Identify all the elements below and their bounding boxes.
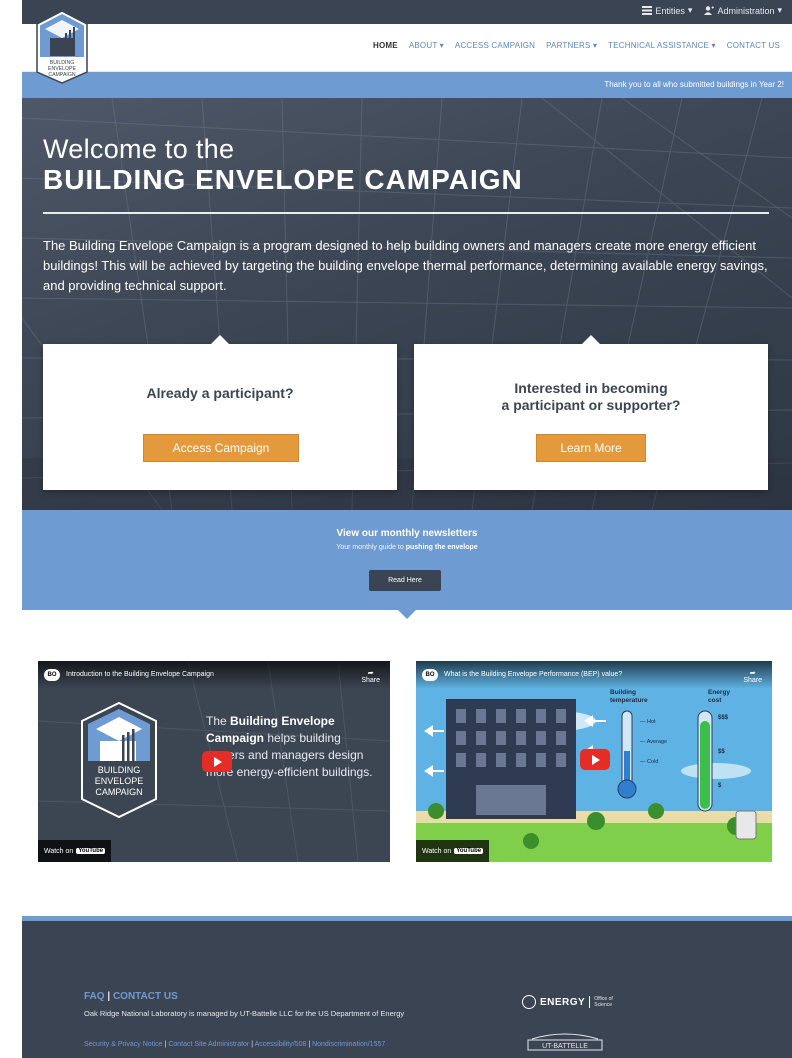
footer-managed-text: Oak Ridge National Laboratory is managed… [84, 1009, 405, 1018]
video-intro-campaign[interactable]: BUILDING ENVELOPE CAMPAIGN BO Introducti… [38, 661, 390, 862]
interested-heading-line2: a participant or supporter? [501, 397, 681, 413]
doe-seal-icon [522, 995, 536, 1009]
footer-separator: | [164, 1041, 167, 1048]
interested-card: Interested in becoming a participant or … [414, 335, 768, 490]
channel-avatar[interactable]: BO [422, 669, 438, 681]
building-envelope-logo[interactable]: BUILDING ENVELOPE CAMPAIGN [36, 10, 88, 84]
newsletter-band: View our monthly newsletters Your monthl… [22, 510, 792, 619]
video2-label-temp: Building temperature [610, 689, 648, 704]
participant-card: Already a participant? Access Campaign [43, 335, 397, 490]
nav-home[interactable]: HOME [373, 41, 398, 50]
ut-battelle-label: UT-BATTELLE [542, 1043, 588, 1050]
footer-faq-link[interactable]: FAQ [84, 991, 105, 1002]
nav-access-campaign[interactable]: ACCESS CAMPAIGN [455, 41, 535, 50]
read-here-button[interactable]: Read Here [369, 570, 441, 591]
interested-card-heading: Interested in becoming a participant or … [414, 380, 768, 414]
video1-watch-label: Watch on [44, 847, 74, 855]
newsletter-subtitle-bold: pushing the envelope [405, 544, 478, 551]
list-icon [642, 6, 653, 15]
video1-logo-line1: BUILDING [97, 765, 141, 775]
video2-play-button[interactable] [580, 749, 610, 770]
logo-text-line3: CAMPAIGN [48, 72, 76, 78]
hero-title-line1: Welcome to the [43, 134, 235, 164]
footer-separator: | [251, 1041, 254, 1048]
participant-card-heading: Already a participant? [146, 385, 294, 401]
doe-energy-label: ENERGY [540, 996, 586, 1008]
doe-office-label: Office of Science [589, 996, 619, 1008]
footer-link-contact-admin[interactable]: Contact Site Administrator [168, 1041, 249, 1048]
footer-separator: | [308, 1041, 311, 1048]
footer-contact-link[interactable]: CONTACT US [113, 991, 178, 1002]
video2-watch-label: Watch on [422, 847, 452, 855]
video2-label-cost: Energy cost [708, 689, 731, 704]
main-nav: HOME ABOUT ▾ ACCESS CAMPAIGN PARTNERS ▾ … [373, 41, 780, 50]
site-footer: FAQ | CONTACT US Oak Ridge National Labo… [22, 921, 792, 1058]
entities-label: Entities [655, 5, 685, 16]
administration-label: Administration [717, 5, 775, 16]
video2-label-dollar-low: $ [718, 783, 722, 789]
video2-label-average: — Average [640, 739, 668, 745]
site-header: BUILDING ENVELOPE CAMPAIGN HOME ABOUT ▾ … [22, 10, 792, 84]
video1-logo-line2: ENVELOPE [94, 776, 144, 786]
youtube-logo-icon: YouTube [76, 848, 106, 854]
youtube-logo-icon: YouTube [454, 848, 484, 854]
channel-avatar[interactable]: BO [44, 669, 60, 681]
video1-share-label: Share [361, 677, 380, 684]
video2-share-label: Share [743, 677, 762, 684]
video2-label-cold: — Cold [640, 759, 659, 765]
newsletter-title: View our monthly newsletters [336, 528, 478, 539]
user-add-icon [704, 6, 715, 15]
admin-bar: Entities ▾ Administration ▾ [22, 0, 792, 24]
caret-down-icon: ▾ [777, 5, 782, 15]
video1-title[interactable]: Introduction to the Building Envelope Ca… [66, 671, 214, 678]
page: Entities ▾ Administration ▾ BUILDING ENV… [22, 0, 792, 1058]
access-campaign-button[interactable]: Access Campaign [143, 434, 299, 462]
video2-label-dollars-mid: $$ [718, 749, 725, 755]
hero-title-line2: BUILDING ENVELOPE CAMPAIGN [43, 164, 523, 195]
hero-description: The Building Envelope Campaign is a prog… [43, 238, 768, 293]
interested-heading-line1: Interested in becoming [514, 380, 668, 396]
video1-caption: The Building Envelope Campaign helps bui… [206, 713, 376, 781]
footer-link-nondiscrimination[interactable]: Nondiscrimination/1557 [312, 1041, 385, 1048]
hero-section: Welcome to the BUILDING ENVELOPE CAMPAIG… [22, 98, 792, 510]
share-icon: ➦ [367, 670, 374, 677]
video1-caption-part1: The [206, 714, 231, 728]
footer-link-security[interactable]: Security & Privacy Notice [84, 1041, 163, 1048]
entities-menu[interactable]: Entities ▾ [642, 5, 692, 16]
video1-share-button[interactable]: ➦ Share [361, 669, 380, 684]
learn-more-button[interactable]: Learn More [536, 434, 646, 462]
footer-link-accessibility[interactable]: Accessibility/508 [255, 1041, 307, 1048]
nav-technical-assistance[interactable]: TECHNICAL ASSISTANCE ▾ [608, 41, 716, 50]
newsletter-subtitle-prefix: Your monthly guide to [336, 544, 406, 551]
footer-separator: | [107, 991, 111, 1002]
video1-watch-on-youtube[interactable]: Watch on YouTube [38, 840, 112, 862]
hero-divider [43, 212, 769, 214]
nav-contact-us[interactable]: CONTACT US [727, 41, 780, 50]
video-bep-value[interactable]: Building temperature Energy cost — Hot —… [416, 661, 772, 862]
doe-logo[interactable]: ENERGY Office of Science [522, 995, 619, 1009]
nav-about[interactable]: ABOUT ▾ [409, 41, 444, 50]
nav-partners[interactable]: PARTNERS ▾ [546, 41, 597, 50]
ut-battelle-logo[interactable]: UT-BATTELLE [522, 1033, 608, 1051]
video2-share-button[interactable]: ➦ Share [743, 669, 762, 684]
video2-watch-on-youtube[interactable]: Watch on YouTube [416, 840, 490, 862]
video1-play-button[interactable] [202, 751, 232, 772]
administration-menu[interactable]: Administration ▾ [704, 5, 782, 16]
video1-logo-line3: CAMPAIGN [95, 787, 143, 797]
video2-label-hot: — Hot [640, 719, 656, 725]
ticker-text: Thank you to all who submitted buildings… [604, 80, 784, 89]
video2-label-dollars-high: $$$ [718, 715, 729, 721]
share-icon: ➦ [749, 670, 756, 677]
footer-primary-links: FAQ | CONTACT US [84, 991, 178, 1002]
video2-title[interactable]: What is the Building Envelope Performanc… [444, 671, 622, 678]
footer-secondary-links: Security & Privacy Notice | Contact Site… [84, 1040, 514, 1050]
caret-down-icon: ▾ [687, 5, 693, 15]
newsletter-subtitle: Your monthly guide to pushing the envelo… [22, 544, 792, 551]
announcement-ticker: Thank you to all who submitted buildings… [22, 72, 792, 98]
